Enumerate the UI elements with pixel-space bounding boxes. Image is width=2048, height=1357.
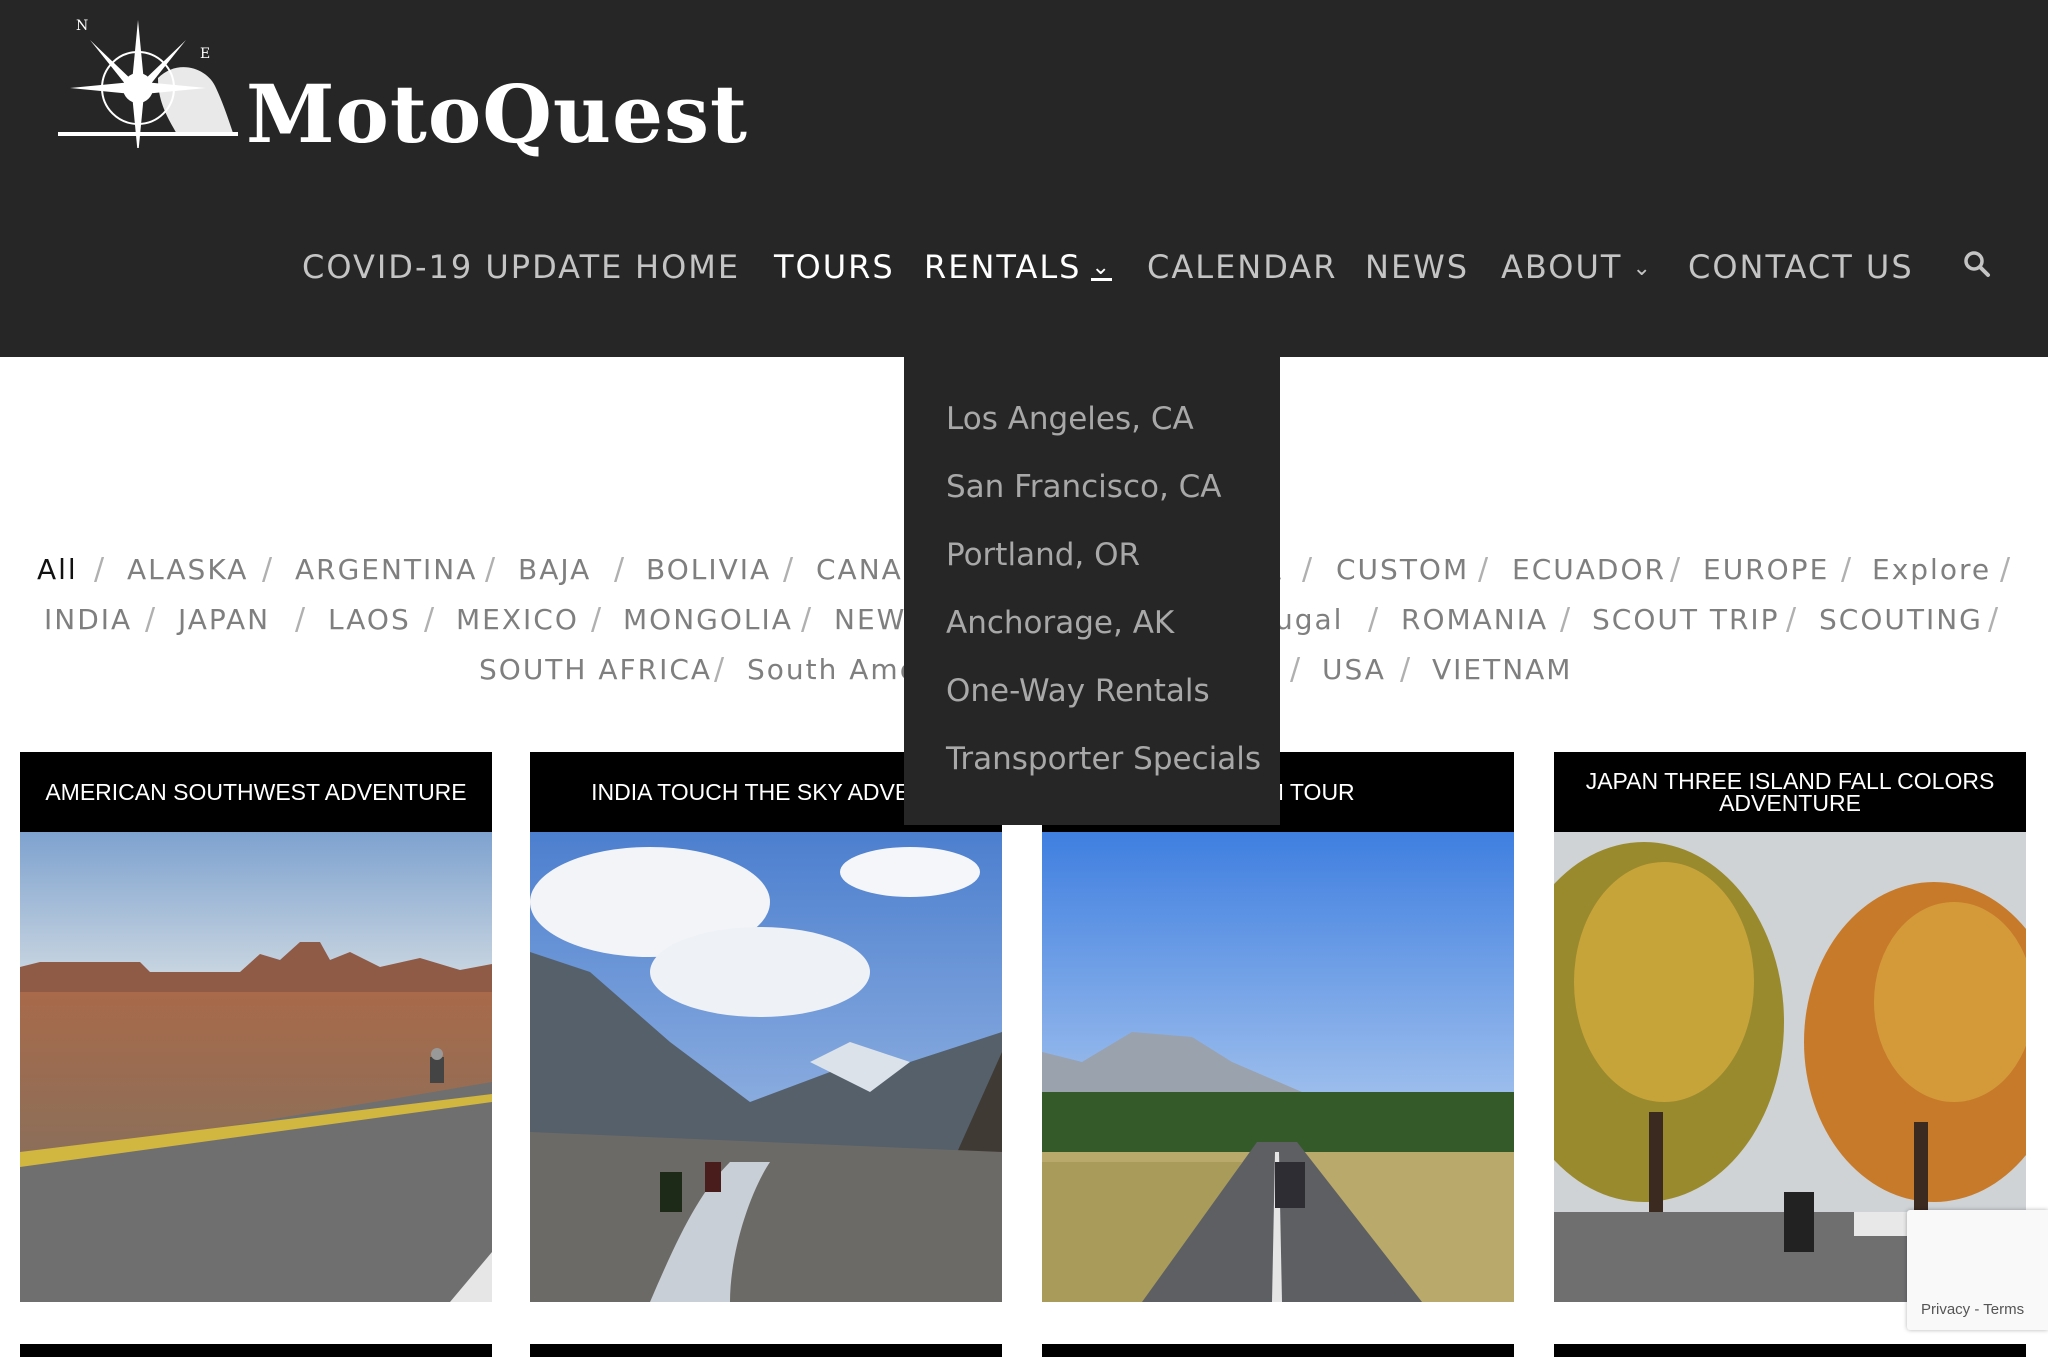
- menu-item-portland[interactable]: Portland, OR: [946, 535, 1140, 575]
- filter-vietnam[interactable]: VIETNAM: [1432, 648, 1572, 692]
- menu-item-san-francisco[interactable]: San Francisco, CA: [946, 467, 1222, 507]
- tour-card-title[interactable]: JAPAN THREE ISLAND FALL COLORS ADVENTURE: [1554, 752, 2026, 832]
- filter-separator: /: [614, 552, 625, 587]
- filter-scouting[interactable]: SCOUTING: [1819, 598, 1983, 642]
- tour-card[interactable]: INDIA TOUCH THE SKY ADVENT: [530, 752, 1002, 1302]
- filter-separator: /: [1560, 602, 1571, 637]
- filter-alaska[interactable]: ALASKA: [127, 548, 248, 592]
- nav-contact-us[interactable]: CONTACT US: [1688, 242, 1914, 292]
- nav-home[interactable]: HOME: [635, 242, 740, 292]
- filter-separator: /: [424, 602, 435, 637]
- nav-news[interactable]: NEWS: [1365, 242, 1469, 292]
- filter-separator: /: [591, 602, 602, 637]
- filter-separator: /: [783, 552, 794, 587]
- menu-item-transporter-specials[interactable]: Transporter Specials: [946, 739, 1261, 779]
- filter-separator: /: [1670, 552, 1681, 587]
- tour-card-image[interactable]: [530, 832, 1002, 1302]
- chevron-down-icon: ⌄: [1632, 256, 1653, 281]
- filter-laos[interactable]: LAOS: [328, 598, 411, 642]
- recaptcha-links[interactable]: Privacy - Terms: [1921, 1301, 2024, 1318]
- svg-text:E: E: [200, 46, 210, 62]
- tour-card-partial[interactable]: [1042, 1344, 1514, 1357]
- menu-item-los-angeles[interactable]: Los Angeles, CA: [946, 399, 1194, 439]
- filter-separator: /: [1988, 602, 1999, 637]
- filter-separator: /: [295, 602, 306, 637]
- filter-separator: /: [262, 552, 273, 587]
- filter-separator: /: [1400, 652, 1411, 687]
- filter-usa[interactable]: USA: [1322, 648, 1386, 692]
- filter-explore[interactable]: Explore: [1872, 548, 1991, 592]
- filter-europe[interactable]: EUROPE: [1703, 548, 1829, 592]
- filter-ecuador[interactable]: ECUADOR: [1512, 548, 1666, 592]
- nav-about[interactable]: ABOUT ⌄: [1501, 242, 1653, 294]
- filter-separator: /: [485, 552, 496, 587]
- nav-rentals-label: RENTALS: [924, 248, 1082, 286]
- tour-card-image[interactable]: [20, 832, 492, 1302]
- brand-name: MotoQuest: [246, 67, 748, 161]
- filter-separator: /: [1368, 602, 1379, 637]
- compass-motorcycle-icon: N E: [58, 18, 238, 148]
- svg-text:N: N: [76, 18, 88, 34]
- tour-card-partial[interactable]: [1554, 1344, 2026, 1357]
- filter-romania[interactable]: ROMANIA: [1401, 598, 1548, 642]
- nav-covid-update[interactable]: COVID-19 UPDATE: [302, 242, 623, 292]
- menu-item-one-way-rentals[interactable]: One-Way Rentals: [946, 671, 1210, 711]
- filter-separator: /: [94, 552, 105, 587]
- nav-rentals[interactable]: RENTALS ⌄: [924, 242, 1112, 292]
- filter-all[interactable]: All: [37, 548, 78, 592]
- site-logo[interactable]: N E MotoQuest: [58, 18, 818, 158]
- menu-item-anchorage[interactable]: Anchorage, AK: [946, 603, 1174, 643]
- filter-separator: /: [145, 602, 156, 637]
- filter-mongolia[interactable]: MONGOLIA: [623, 598, 793, 642]
- filter-japan[interactable]: JAPAN: [178, 598, 270, 642]
- filter-separator: /: [1290, 652, 1301, 687]
- recaptcha-badge[interactable]: Privacy - Terms: [1907, 1210, 2048, 1330]
- filter-new[interactable]: NEW: [834, 598, 906, 642]
- filter-south-africa[interactable]: SOUTH AFRICA: [479, 648, 712, 692]
- filter-separator: /: [2000, 552, 2011, 587]
- filter-separator: /: [801, 602, 812, 637]
- tour-card-image[interactable]: [1042, 832, 1514, 1302]
- filter-custom[interactable]: CUSTOM: [1336, 548, 1469, 592]
- filter-argentina[interactable]: ARGENTINA: [295, 548, 477, 592]
- search-icon[interactable]: [1962, 249, 1992, 279]
- nav-tours[interactable]: TOURS: [774, 242, 895, 292]
- tour-card-partial[interactable]: [530, 1344, 1002, 1357]
- nav-calendar[interactable]: CALENDAR: [1147, 242, 1337, 292]
- filter-separator: /: [1786, 602, 1797, 637]
- main-nav: COVID-19 UPDATE HOME TOURS RENTALS ⌄ CALE…: [0, 242, 2048, 292]
- filter-separator: /: [714, 652, 725, 687]
- filter-south-america[interactable]: South Ame: [747, 648, 919, 692]
- chevron-down-icon: ⌄: [1091, 254, 1112, 281]
- filter-bolivia[interactable]: BOLIVIA: [646, 548, 771, 592]
- rentals-dropdown-menu: Los Angeles, CA San Francisco, CA Portla…: [904, 357, 1280, 825]
- filter-india[interactable]: INDIA: [44, 598, 132, 642]
- filter-baja[interactable]: BAJA: [518, 548, 591, 592]
- filter-separator: /: [1841, 552, 1852, 587]
- filter-separator: /: [1302, 552, 1313, 587]
- nav-about-label: ABOUT: [1501, 248, 1623, 286]
- filter-mexico[interactable]: MEXICO: [456, 598, 579, 642]
- filter-canada[interactable]: CANA: [816, 548, 903, 592]
- tour-card-partial[interactable]: [20, 1344, 492, 1357]
- site-header: N E MotoQuest COVID-19 UPDATE HOME TOURS…: [0, 0, 2048, 357]
- filter-scout-trip[interactable]: SCOUT TRIP: [1592, 598, 1780, 642]
- filter-separator: /: [1478, 552, 1489, 587]
- tour-card[interactable]: USTOM TOUR: [1042, 752, 1514, 1302]
- tour-card-title[interactable]: AMERICAN SOUTHWEST ADVENTURE: [20, 752, 492, 832]
- tour-card[interactable]: AMERICAN SOUTHWEST ADVENTURE: [20, 752, 492, 1302]
